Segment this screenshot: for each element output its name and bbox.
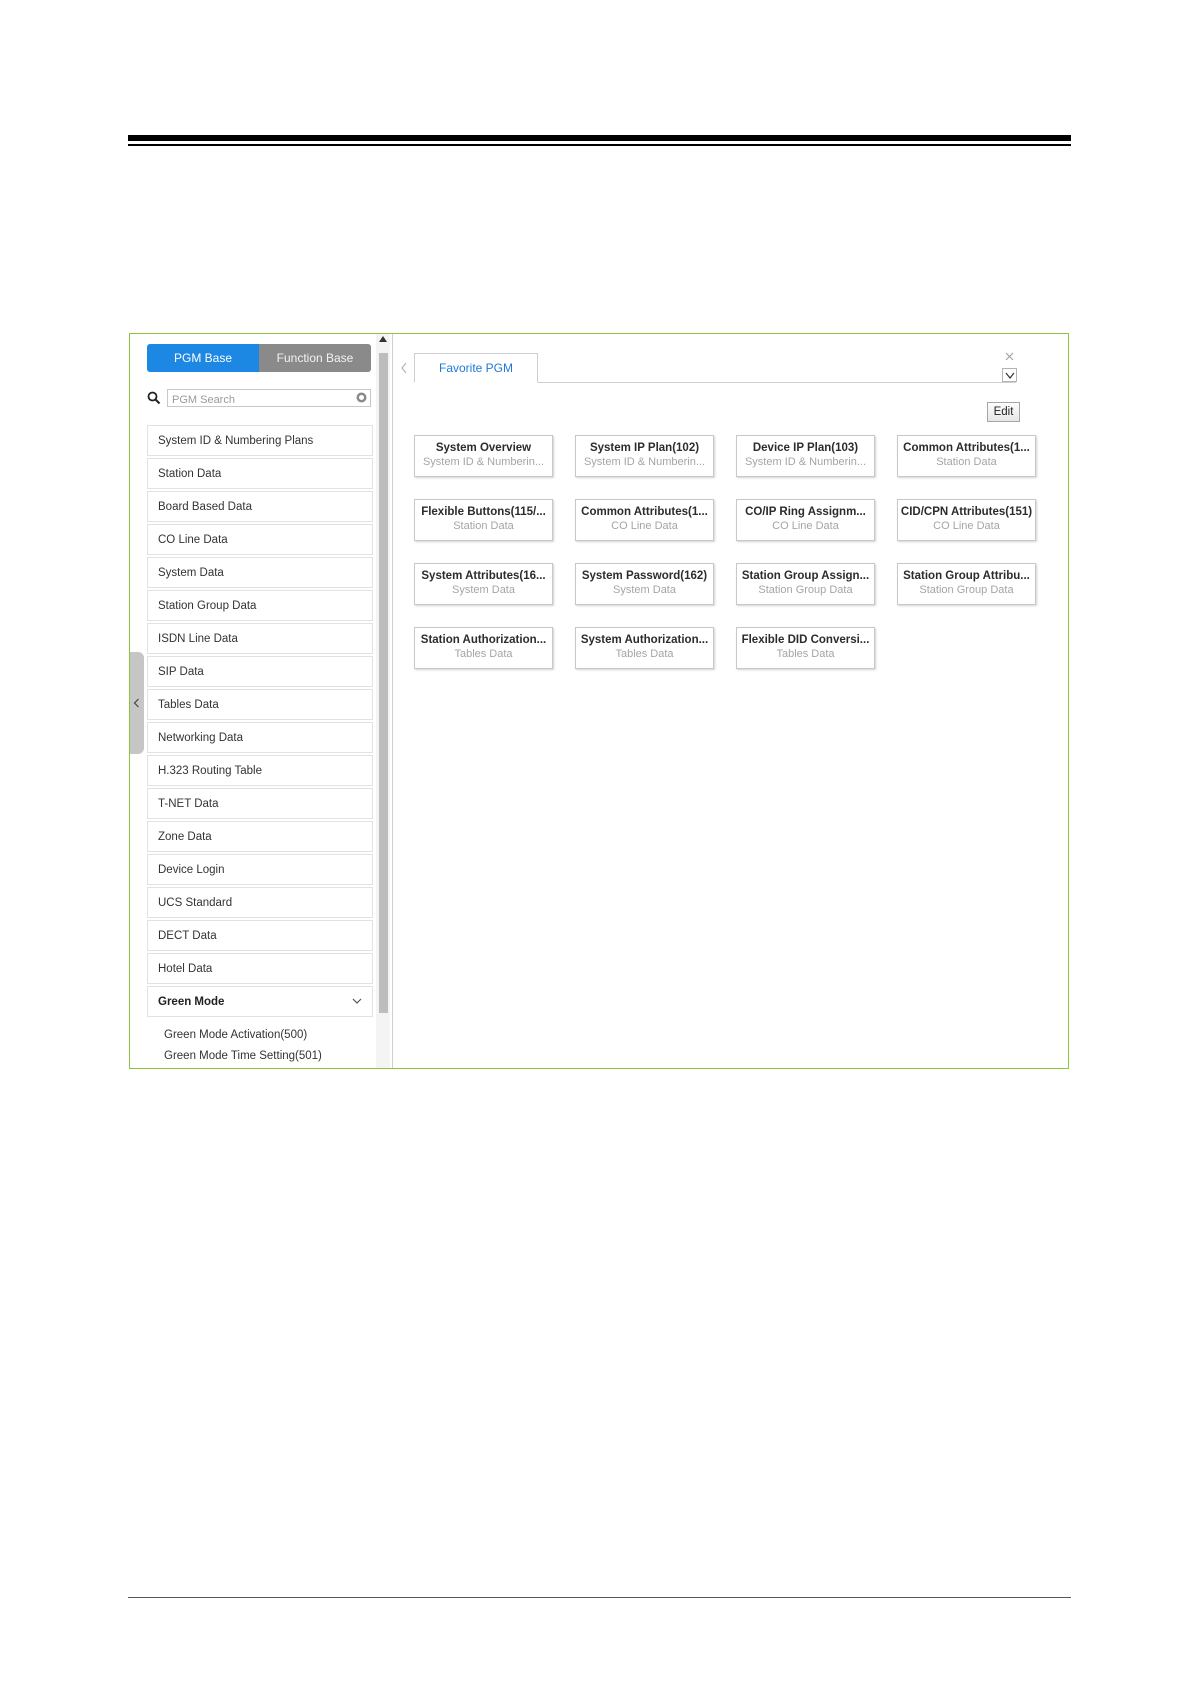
menu-item[interactable]: Station Data	[147, 458, 373, 489]
menu-item[interactable]: T-NET Data	[147, 788, 373, 819]
tab-function-base[interactable]: Function Base	[259, 344, 371, 372]
submenu-item[interactable]: Green Mode Time Setting(501)	[164, 1046, 373, 1067]
pgm-card-title: CO/IP Ring Assignm...	[745, 506, 866, 518]
footer-rule	[128, 1597, 1071, 1598]
menu-item[interactable]: Board Based Data	[147, 491, 373, 522]
tab-pgm-base[interactable]: PGM Base	[147, 344, 259, 372]
mode-tabs: PGM Base Function Base	[147, 344, 371, 372]
search-icon[interactable]	[147, 391, 161, 405]
pgm-card-category: System ID & Numberin...	[583, 456, 706, 468]
menu-item[interactable]: CO Line Data	[147, 524, 373, 555]
pgm-card[interactable]: Station Group Assign... Station Group Da…	[736, 563, 875, 605]
menu-item[interactable]: System ID & Numbering Plans	[147, 425, 373, 456]
pgm-card[interactable]: CO/IP Ring Assignm... CO Line Data	[736, 499, 875, 541]
pgm-card-category: Station Group Data	[758, 584, 853, 596]
scroll-up-arrow-icon[interactable]	[379, 336, 387, 342]
screenshot-frame: PGM Base Function Base System ID & Numbe…	[129, 333, 1069, 1069]
chevron-left-icon	[133, 698, 139, 708]
tab-favorite-pgm[interactable]: Favorite PGM	[414, 353, 538, 383]
menu-item[interactable]: Zone Data	[147, 821, 373, 852]
pgm-card-title: System Overview	[435, 442, 532, 454]
pgm-card[interactable]: System Attributes(16... System Data	[414, 563, 553, 605]
pgm-menu: System ID & Numbering Plans Station Data…	[147, 425, 373, 1067]
search-input[interactable]	[168, 392, 352, 408]
pgm-card-category: System ID & Numberin...	[744, 456, 867, 468]
sidebar: PGM Base Function Base System ID & Numbe…	[130, 334, 393, 1068]
pgm-card[interactable]: Device IP Plan(103) System ID & Numberin…	[736, 435, 875, 477]
pgm-card[interactable]: Flexible Buttons(115/... Station Data	[414, 499, 553, 541]
pgm-card[interactable]: Station Group Attribu... Station Group D…	[897, 563, 1036, 605]
pgm-card[interactable]: Common Attributes(1... CO Line Data	[575, 499, 714, 541]
pgm-card-title: Common Attributes(1...	[581, 506, 708, 518]
sidebar-collapse-handle[interactable]	[130, 652, 144, 754]
pgm-card-category: Station Data	[936, 456, 997, 468]
menu-item[interactable]: System Data	[147, 557, 373, 588]
pgm-card-title: Common Attributes(1...	[903, 442, 1030, 454]
pgm-card-category: Station Group Data	[919, 584, 1014, 596]
menu-item[interactable]: Device Login	[147, 854, 373, 885]
pgm-card-category: CO Line Data	[933, 520, 1000, 532]
pgm-card-title: System Authorization...	[580, 634, 709, 646]
pgm-card[interactable]: System Password(162) System Data	[575, 563, 714, 605]
chevron-down-icon[interactable]	[352, 996, 362, 1006]
pgm-card-category: System ID & Numberin...	[422, 456, 545, 468]
menu-item[interactable]: H.323 Routing Table	[147, 755, 373, 786]
pgm-card[interactable]: Station Authorization... Tables Data	[414, 627, 553, 669]
menu-item[interactable]: Tables Data	[147, 689, 373, 720]
menu-item[interactable]: DECT Data	[147, 920, 373, 951]
pgm-card-title: System Attributes(16...	[421, 570, 546, 582]
pgm-card-category: CO Line Data	[611, 520, 678, 532]
header-rule-thin	[128, 144, 1071, 146]
pgm-card-title: CID/CPN Attributes(151)	[900, 506, 1033, 518]
pgm-card[interactable]: Flexible DID Conversi... Tables Data	[736, 627, 875, 669]
scroll-thumb[interactable]	[379, 353, 388, 1013]
pgm-card-title: Station Authorization...	[420, 634, 547, 646]
pgm-card-title: System Password(162)	[581, 570, 708, 582]
menu-item[interactable]: Hotel Data	[147, 953, 373, 984]
pgm-card-category: Tables Data	[454, 648, 513, 660]
menu-item[interactable]: SIP Data	[147, 656, 373, 687]
edit-button[interactable]: Edit	[987, 402, 1020, 422]
pgm-card[interactable]: System IP Plan(102) System ID & Numberin…	[575, 435, 714, 477]
menu-item[interactable]: Station Group Data	[147, 590, 373, 621]
tab-list-dropdown[interactable]	[1002, 368, 1017, 382]
menu-item[interactable]: ISDN Line Data	[147, 623, 373, 654]
pgm-card[interactable]: System Overview System ID & Numberin...	[414, 435, 553, 477]
pgm-card[interactable]: Common Attributes(1... Station Data	[897, 435, 1036, 477]
menu-item-label: Green Mode	[158, 995, 225, 1008]
header-rule-thick	[128, 135, 1071, 141]
pgm-card[interactable]: CID/CPN Attributes(151) CO Line Data	[897, 499, 1036, 541]
menu-item-green-mode[interactable]: Green Mode	[147, 986, 373, 1017]
pgm-card-category: CO Line Data	[772, 520, 839, 532]
green-mode-submenu: Green Mode Activation(500) Green Mode Ti…	[147, 1019, 373, 1067]
pgm-card-category: Tables Data	[615, 648, 674, 660]
pgm-card-category: System Data	[452, 584, 515, 596]
pgm-card-title: Device IP Plan(103)	[752, 442, 859, 454]
chevron-down-icon	[1005, 372, 1015, 379]
pgm-card-title: Station Group Attribu...	[903, 570, 1030, 582]
pgm-card-category: System Data	[613, 584, 676, 596]
close-icon[interactable]	[1005, 352, 1014, 361]
pgm-card-title: System IP Plan(102)	[589, 442, 700, 454]
menu-item[interactable]: UCS Standard	[147, 887, 373, 918]
sidebar-scrollbar[interactable]	[376, 334, 390, 1068]
pgm-card-category: Station Data	[453, 520, 514, 532]
clear-icon[interactable]	[356, 392, 367, 403]
main-panel: Favorite PGM Edit System Overview System…	[392, 334, 1068, 1068]
pgm-card-title: Station Group Assign...	[741, 570, 870, 582]
submenu-item[interactable]: Green Mode Activation(500)	[164, 1025, 373, 1046]
chevron-left-icon[interactable]	[400, 362, 408, 374]
pgm-card-category: Tables Data	[776, 648, 835, 660]
pgm-card-title: Flexible Buttons(115/...	[421, 506, 546, 518]
pgm-card-title: Flexible DID Conversi...	[741, 634, 870, 646]
pgm-card[interactable]: System Authorization... Tables Data	[575, 627, 714, 669]
menu-item[interactable]: Networking Data	[147, 722, 373, 753]
search-box	[167, 389, 371, 408]
